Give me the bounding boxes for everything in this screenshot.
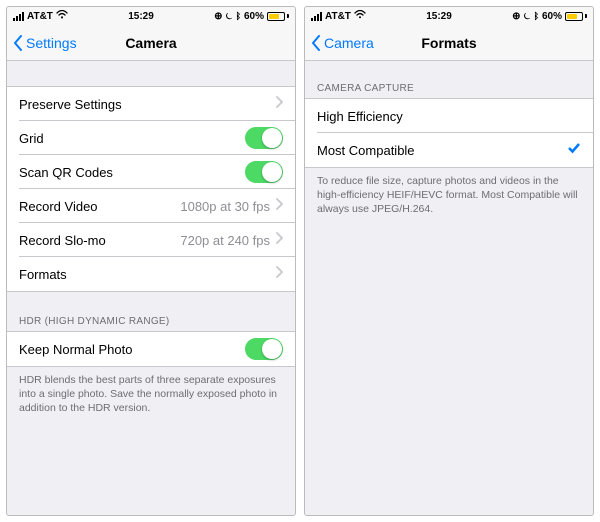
checkmark-icon	[567, 141, 581, 160]
phone-camera-settings: AT&T 15:29 ⊕ ⏾ ᛒ 60% Settings Camera Pre…	[6, 6, 296, 516]
page-title: Camera	[125, 35, 176, 51]
status-time: 15:29	[426, 11, 452, 22]
switch-scan-qr[interactable]	[245, 161, 283, 183]
back-button[interactable]: Camera	[311, 35, 374, 51]
row-label: Formats	[19, 267, 67, 282]
chevron-right-icon	[276, 197, 283, 215]
chevron-left-icon	[13, 35, 23, 51]
alarm-icon: ⏾	[225, 11, 232, 22]
content-scroll[interactable]: CAMERA CAPTURE High Efficiency Most Comp…	[305, 61, 593, 515]
chevron-right-icon	[276, 231, 283, 249]
back-button[interactable]: Settings	[13, 35, 77, 51]
row-preserve-settings[interactable]: Preserve Settings	[7, 87, 295, 121]
phone-formats-settings: AT&T 15:29 ⊕ ⏾ ᛒ 60% Camera Formats CAME…	[304, 6, 594, 516]
row-label: Preserve Settings	[19, 97, 122, 112]
row-high-efficiency[interactable]: High Efficiency	[305, 99, 593, 133]
signal-icon	[13, 12, 24, 21]
back-label: Camera	[324, 35, 374, 51]
row-label: Keep Normal Photo	[19, 342, 132, 357]
row-label: Record Slo-mo	[19, 233, 106, 248]
bluetooth-icon: ᛒ	[236, 11, 241, 21]
row-label: High Efficiency	[317, 109, 403, 124]
section-header-hdr: HDR (HIGH DYNAMIC RANGE)	[7, 292, 295, 331]
chevron-left-icon	[311, 35, 321, 51]
wifi-icon	[354, 10, 366, 22]
rotation-lock-icon: ⊕	[512, 11, 520, 22]
settings-list-hdr: Keep Normal Photo	[7, 331, 295, 367]
status-time: 15:29	[128, 11, 154, 22]
section-header-capture: CAMERA CAPTURE	[305, 61, 593, 98]
wifi-icon	[56, 10, 68, 22]
bluetooth-icon: ᛒ	[534, 11, 539, 21]
rotation-lock-icon: ⊕	[214, 11, 222, 22]
signal-icon	[311, 12, 322, 21]
settings-list-formats: High Efficiency Most Compatible	[305, 98, 593, 168]
content-scroll[interactable]: Preserve Settings Grid Scan QR Codes Rec…	[7, 61, 295, 515]
battery-pct: 60%	[542, 11, 562, 22]
row-record-video[interactable]: Record Video 1080p at 30 fps	[7, 189, 295, 223]
row-most-compatible[interactable]: Most Compatible	[305, 133, 593, 167]
row-label: Grid	[19, 131, 44, 146]
status-bar: AT&T 15:29 ⊕ ⏾ ᛒ 60%	[7, 7, 295, 25]
battery-icon	[267, 12, 289, 21]
row-label: Most Compatible	[317, 143, 415, 158]
switch-keep-normal[interactable]	[245, 338, 283, 360]
switch-grid[interactable]	[245, 127, 283, 149]
row-label: Record Video	[19, 199, 98, 214]
row-formats[interactable]: Formats	[7, 257, 295, 291]
alarm-icon: ⏾	[523, 11, 530, 22]
carrier-label: AT&T	[325, 11, 351, 22]
row-record-slomo[interactable]: Record Slo-mo 720p at 240 fps	[7, 223, 295, 257]
back-label: Settings	[26, 35, 77, 51]
chevron-right-icon	[276, 265, 283, 283]
status-bar: AT&T 15:29 ⊕ ⏾ ᛒ 60%	[305, 7, 593, 25]
footer-text-formats: To reduce file size, capture photos and …	[305, 168, 593, 223]
nav-bar: Camera Formats	[305, 25, 593, 61]
settings-list-main: Preserve Settings Grid Scan QR Codes Rec…	[7, 86, 295, 292]
nav-bar: Settings Camera	[7, 25, 295, 61]
chevron-right-icon	[276, 95, 283, 113]
carrier-label: AT&T	[27, 11, 53, 22]
battery-pct: 60%	[244, 11, 264, 22]
row-value: 1080p at 30 fps	[180, 199, 270, 214]
row-keep-normal-photo[interactable]: Keep Normal Photo	[7, 332, 295, 366]
row-label: Scan QR Codes	[19, 165, 113, 180]
row-grid[interactable]: Grid	[7, 121, 295, 155]
row-scan-qr[interactable]: Scan QR Codes	[7, 155, 295, 189]
page-title: Formats	[421, 35, 476, 51]
battery-icon	[565, 12, 587, 21]
footer-text-hdr: HDR blends the best parts of three separ…	[7, 367, 295, 422]
row-value: 720p at 240 fps	[180, 233, 270, 248]
